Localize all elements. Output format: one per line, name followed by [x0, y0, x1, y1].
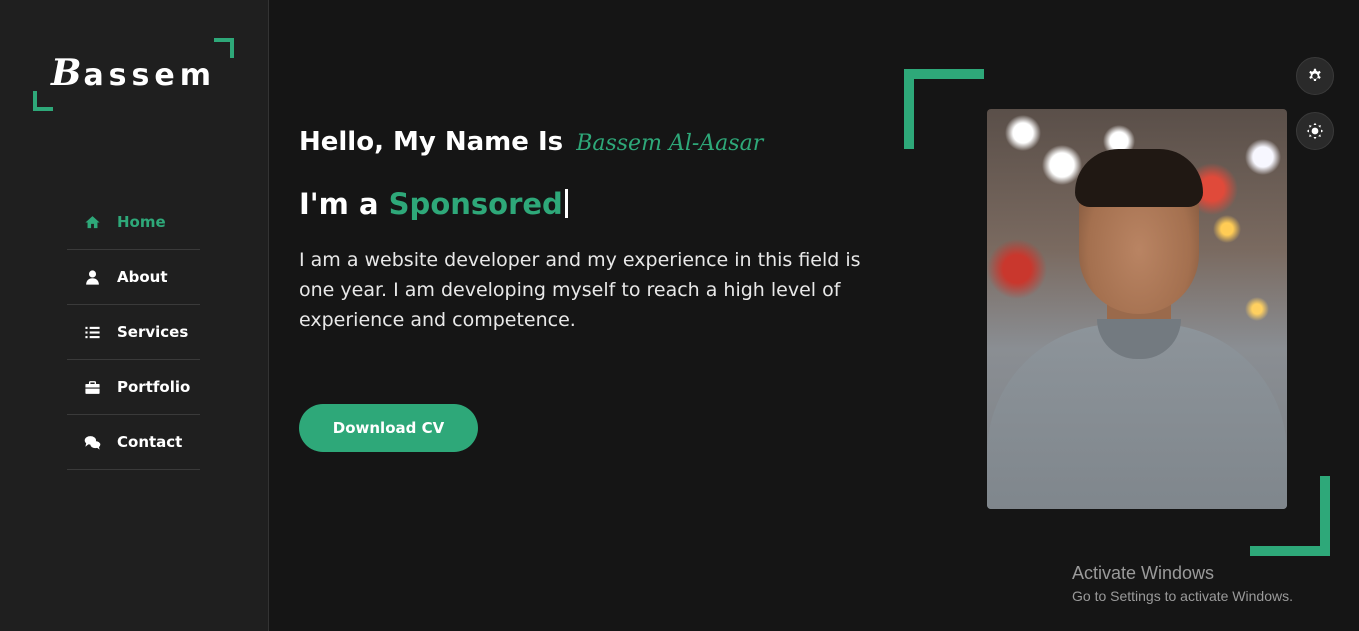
photo-frame-top-left	[904, 69, 984, 149]
nav-label-home: Home	[117, 213, 166, 231]
logo-initial: B	[51, 52, 84, 94]
nav-item-home[interactable]: Home	[67, 195, 200, 250]
nav-item-services[interactable]: Services	[67, 305, 200, 360]
role-typed: Sponsored	[388, 187, 563, 221]
nav-item-portfolio[interactable]: Portfolio	[67, 360, 200, 415]
nav-label-about: About	[117, 268, 168, 286]
watermark-title: Activate Windows	[1072, 563, 1215, 583]
watermark-subtitle: Go to Settings to activate Windows.	[1072, 588, 1293, 604]
sidebar: Bassem Home About Services Portfolio Con…	[0, 0, 269, 631]
page: Bassem Home About Services Portfolio Con…	[0, 0, 1359, 631]
user-icon	[81, 269, 103, 286]
logo-rest: assem	[83, 58, 217, 93]
nav-item-contact[interactable]: Contact	[67, 415, 200, 470]
list-icon	[81, 324, 103, 341]
logo-corner-top-right	[214, 38, 234, 58]
role-heading: I'm a Sponsored	[299, 187, 568, 221]
role-prefix: I'm a	[299, 187, 379, 221]
gear-icon	[1309, 68, 1321, 81]
home-icon	[81, 214, 103, 231]
main-nav: Home About Services Portfolio Contact	[67, 195, 200, 470]
nav-label-portfolio: Portfolio	[117, 378, 191, 396]
chat-icon	[81, 434, 103, 451]
nav-label-contact: Contact	[117, 433, 183, 451]
theme-toggle-button[interactable]	[1296, 112, 1334, 150]
owner-name: Bassem Al-Aasar	[576, 131, 764, 156]
photo-hair	[1075, 149, 1203, 207]
greeting-heading: Hello, My Name Is Bassem Al-Aasar	[299, 127, 763, 157]
greeting-text: Hello, My Name Is	[299, 127, 564, 157]
hero-description: I am a website developer and my experien…	[299, 249, 861, 331]
windows-activation-watermark: Activate Windows Go to Settings to activ…	[1072, 563, 1293, 604]
logo[interactable]: Bassem	[33, 38, 234, 111]
briefcase-icon	[81, 379, 103, 396]
nav-label-services: Services	[117, 323, 189, 341]
sun-icon	[1306, 122, 1324, 140]
profile-photo	[987, 109, 1287, 509]
logo-corner-bottom-left	[33, 91, 53, 111]
settings-button[interactable]	[1296, 57, 1334, 95]
nav-item-about[interactable]: About	[67, 250, 200, 305]
download-cv-button[interactable]: Download CV	[299, 404, 478, 452]
typing-cursor	[564, 189, 568, 218]
logo-text: Bassem	[51, 52, 216, 94]
